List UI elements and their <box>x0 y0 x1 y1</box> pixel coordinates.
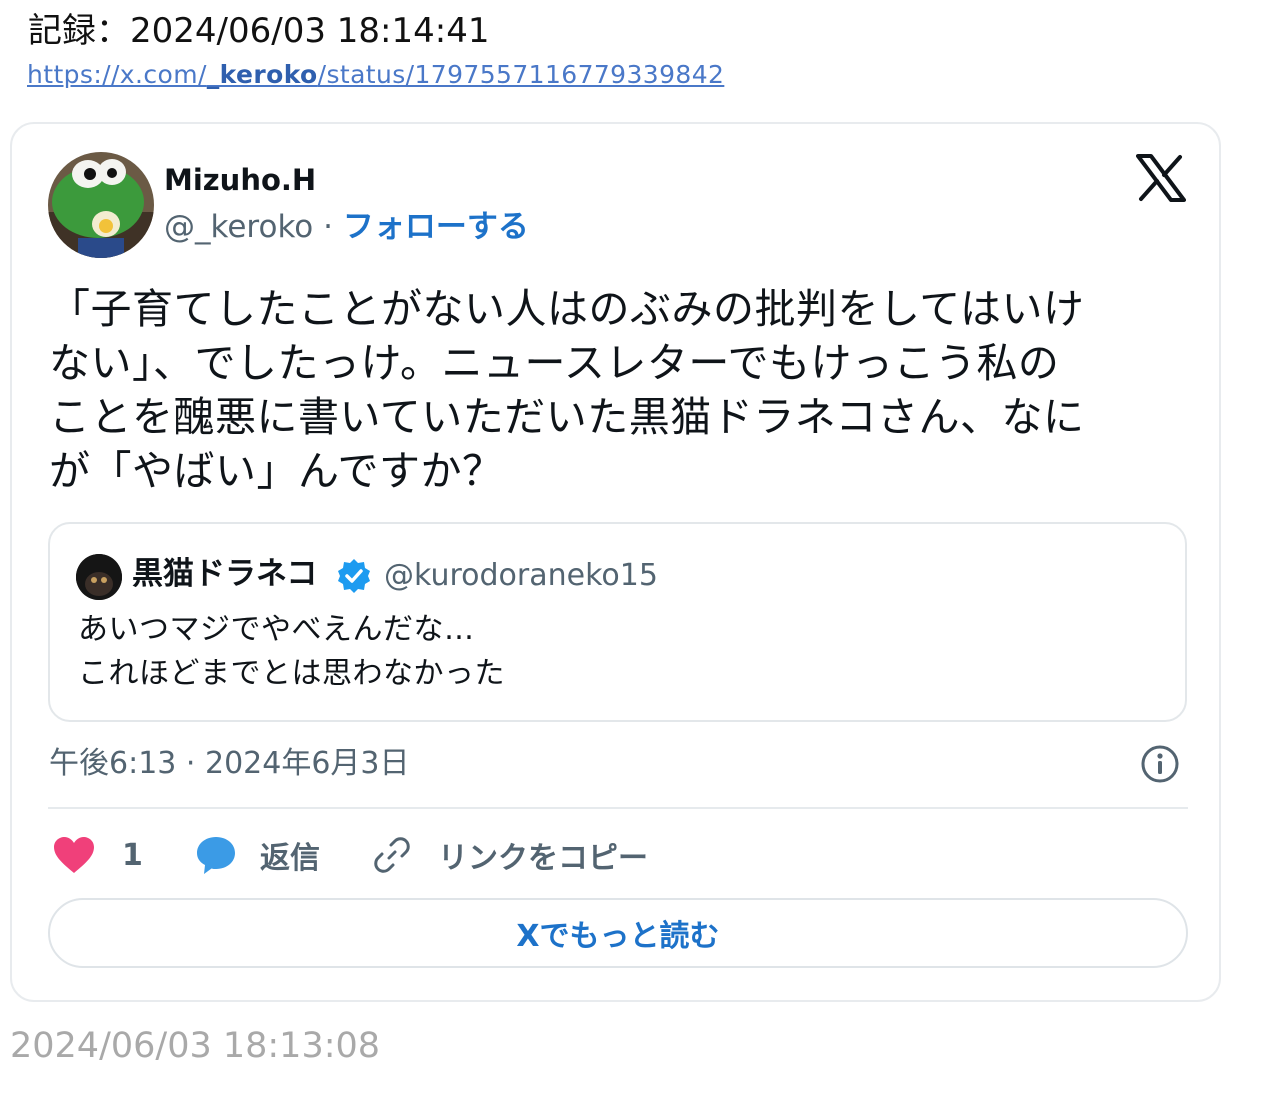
link-icon <box>372 835 412 875</box>
copy-link-button[interactable]: リンクをコピー <box>372 832 648 878</box>
tweet-timestamp[interactable]: 午後6:13 · 2024年6月3日 <box>49 744 410 784</box>
author-name[interactable]: Mizuho.H <box>164 162 316 198</box>
x-logo-icon[interactable] <box>1136 154 1186 202</box>
record-status-link[interactable]: https://x.com/_keroko/status/17975571167… <box>27 58 724 92</box>
quoted-tweet[interactable]: 黒猫ドラネコ @kurodoraneko15 あいつマジでやべえんだな… これほ… <box>48 522 1187 722</box>
reply-label: 返信 <box>260 841 320 876</box>
author-handle[interactable]: @_keroko <box>164 209 313 245</box>
record-link-suffix: /status/1797557116779339842 <box>317 60 725 89</box>
author-avatar[interactable] <box>48 152 154 258</box>
quote-text: あいつマジでやべえんだな… これほどまでとは思わなかった <box>78 612 505 691</box>
tweet-embed-card: Mizuho.H @_keroko · フォローする 「子育てしたことがない人は… <box>10 122 1221 1002</box>
record-link-user: _keroko <box>206 60 318 89</box>
read-more-button[interactable]: Xでもっと読む <box>48 898 1188 968</box>
copy-link-label: リンクをコピー <box>438 841 648 876</box>
record-link-prefix: https://x.com/ <box>27 60 207 89</box>
like-count: 1 <box>122 837 143 873</box>
handle-separator: · <box>313 209 343 245</box>
author-avatar-image <box>48 152 154 258</box>
reply-button[interactable]: 返信 <box>194 832 320 878</box>
heart-icon <box>52 835 96 875</box>
quote-author-name: 黒猫ドラネコ <box>132 556 318 592</box>
follow-button[interactable]: フォローする <box>343 209 529 245</box>
verified-badge-icon <box>336 558 372 594</box>
divider <box>48 807 1188 809</box>
like-button[interactable]: 1 <box>52 832 143 878</box>
footer-timestamp: 2024/06/03 18:13:08 <box>10 1026 381 1066</box>
tweet-text: 「子育てしたことがない人はのぶみの批判をしてはいけ ない」、でしたっけ。ニュース… <box>49 285 1085 495</box>
author-handle-row: @_keroko · フォローする <box>164 208 529 246</box>
quote-author-handle: @kurodoraneko15 <box>384 558 658 593</box>
info-icon[interactable] <box>1140 744 1180 784</box>
record-timestamp: 記録：2024/06/03 18:14:41 <box>28 11 490 51</box>
quote-author-avatar <box>76 554 122 600</box>
reply-bubble-icon <box>194 834 238 876</box>
